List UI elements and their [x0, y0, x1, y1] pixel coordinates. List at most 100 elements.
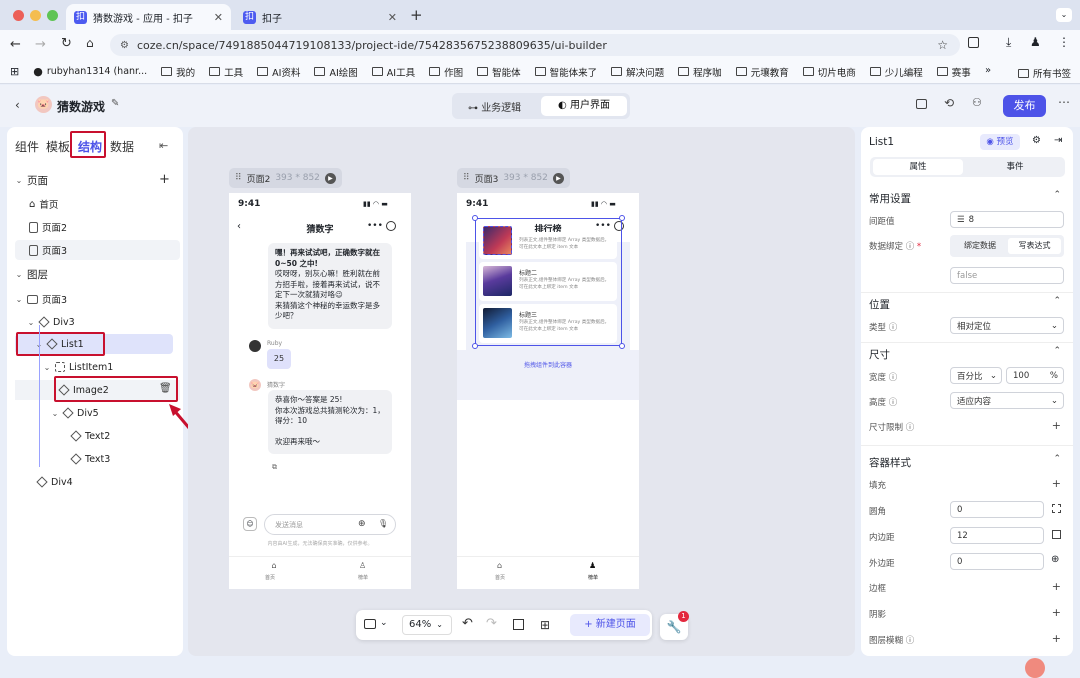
bookmark-folder[interactable]: 智能体来了 [534, 65, 597, 79]
bookmark-folder[interactable]: AI资料 [257, 65, 300, 79]
download-icon[interactable]: ⤓ [1006, 35, 1011, 50]
profile-icon[interactable]: ♟ [1030, 35, 1041, 49]
phone-page2[interactable]: 9:41 ▮▮ ◠ ▬ ‹ 猜数字 ••• 嘿！再来试试吧，正确数字就在 0~5… [229, 193, 411, 589]
bookmark-folder[interactable]: 我的 [161, 65, 195, 79]
site-settings-icon[interactable]: ⚙ [120, 40, 129, 51]
bookmark-item[interactable]: ● rubyhan1314 (hanr... [33, 65, 147, 78]
layer-row[interactable]: ⌄ 页面3 [15, 289, 180, 309]
margin-input[interactable]: 0 [950, 553, 1044, 570]
list1-selection-box[interactable] [475, 218, 622, 346]
chevron-up-icon[interactable]: ⌃ [1053, 346, 1061, 356]
padding-icon[interactable] [1052, 530, 1061, 539]
padding-input[interactable]: 12 [950, 527, 1044, 544]
forward-arrow-icon[interactable]: → [35, 37, 46, 52]
phone-page3[interactable]: 9:41 ▮▮ ◠ ▬ 排行榜 ••• 列表正文,组件整体绑定 Array 类型… [457, 193, 639, 589]
close-circle-icon[interactable] [386, 221, 396, 231]
position-type-select[interactable]: 相对定位 ⌄ [950, 317, 1064, 334]
bookmark-folder[interactable]: 作图 [429, 65, 463, 79]
fit-screen-icon[interactable] [513, 619, 524, 630]
radius-input[interactable]: 0 [950, 501, 1044, 518]
chevron-up-icon[interactable]: ⌃ [1053, 454, 1061, 464]
bookmark-folder[interactable]: 解决问题 [611, 65, 664, 79]
nav-rank-icon[interactable]: ♙ [359, 561, 366, 570]
nav-rank-label[interactable]: 榜单 [358, 574, 368, 581]
page-item-page3[interactable]: 页面3 [15, 240, 180, 260]
width-unit-select[interactable]: 百分比 ⌄ [950, 367, 1002, 384]
all-bookmarks-folder[interactable]: 所有书签 [1000, 66, 1072, 80]
resize-handle[interactable] [619, 343, 625, 349]
bind-data-option[interactable]: 绑定数据 [953, 238, 1007, 254]
bookmark-star-icon[interactable]: ☆ [937, 38, 948, 52]
bookmark-folder[interactable]: 赛事 [936, 65, 971, 79]
undo-icon[interactable]: ↶ [462, 616, 473, 631]
layers-section-header[interactable]: ⌄ 图层 [15, 264, 180, 284]
add-shadow-icon[interactable]: + [1052, 606, 1061, 619]
pages-section-header[interactable]: ⌄ 页面 [15, 170, 180, 190]
bookmark-folder[interactable]: 少儿编程 [869, 65, 923, 79]
plus-circle-icon[interactable]: ⊕ [358, 519, 366, 529]
bookmark-folder[interactable]: 工具 [209, 65, 243, 79]
maximize-window-button[interactable] [47, 10, 58, 21]
bookmark-folder[interactable]: AI工具 [371, 65, 415, 79]
zoom-select[interactable]: 64% ⌄ [402, 615, 452, 635]
nav-home-label[interactable]: 首页 [495, 574, 505, 581]
chevron-up-icon[interactable]: ⌃ [1053, 296, 1061, 306]
tab-components[interactable]: 组件 [15, 138, 39, 155]
assistant-avatar[interactable] [1025, 658, 1045, 678]
chevron-up-icon[interactable]: ⌃ [1053, 190, 1061, 200]
apps-grid-icon[interactable]: ⊞ [10, 65, 19, 78]
bookmark-folder[interactable]: 元壤教育 [735, 65, 789, 79]
nav-rank-icon[interactable]: ♟ [589, 561, 596, 570]
copy-icon[interactable]: ⧉ [272, 463, 277, 472]
div4-container[interactable] [457, 350, 639, 400]
bookmark-folder[interactable]: 切片电商 [802, 65, 856, 79]
spacing-input[interactable]: ☰ 8 [950, 211, 1064, 228]
tab-templates[interactable]: 模板 [46, 138, 70, 155]
device-icon[interactable] [364, 619, 376, 629]
collapse-right-icon[interactable]: ⇥ [1054, 135, 1062, 146]
collaborators-icon[interactable]: ⚇ [972, 96, 982, 109]
nav-home-label[interactable]: 首页 [265, 574, 275, 581]
close-tab-icon[interactable]: ✕ [388, 11, 397, 24]
corner-radius-icon[interactable] [1052, 504, 1061, 513]
new-tab-button[interactable]: + [410, 6, 423, 24]
tab-data[interactable]: 数据 [110, 138, 134, 155]
browser-tab-active[interactable]: 扣 猜数游戏 - 应用 - 扣子 ✕ [66, 4, 231, 30]
add-size-limit-icon[interactable]: + [1052, 419, 1061, 432]
home-icon[interactable]: ⌂ [86, 36, 94, 50]
page3-frame-label[interactable]: ⠿ 页面3 393 * 852 ▶ [457, 168, 570, 188]
tab-events[interactable]: 事件 [970, 159, 1060, 175]
nav-rank-label[interactable]: 榜单 [588, 574, 598, 581]
collapse-panel-icon[interactable]: ⇤ [159, 139, 168, 152]
microphone-icon[interactable]: 🎙 [378, 519, 388, 528]
tab-search-chevron-icon[interactable]: ⌄ [1056, 8, 1072, 22]
edit-icon[interactable]: ✎ [111, 98, 119, 109]
more-dots-icon[interactable]: ••• [367, 221, 383, 231]
binding-expression-input[interactable]: false [950, 267, 1064, 284]
resize-handle[interactable] [472, 215, 478, 221]
new-page-button[interactable]: + 新建页面 [570, 614, 650, 636]
bookmark-folder[interactable]: AI绘图 [314, 65, 358, 79]
close-tab-icon[interactable]: ✕ [214, 11, 223, 24]
browser-tab[interactable]: 扣 扣子 ✕ [235, 4, 405, 30]
expression-option[interactable]: 写表达式 [1008, 238, 1061, 254]
preview-button[interactable]: ◉ 预览 [980, 134, 1020, 150]
resize-handle[interactable] [472, 343, 478, 349]
more-options-icon[interactable]: ⋯ [1058, 95, 1070, 109]
add-page-icon[interactable]: + [159, 172, 170, 187]
publish-button[interactable]: 发布 [1003, 95, 1046, 117]
bookmark-folder[interactable]: 程序咖 [678, 65, 722, 79]
margin-icon[interactable]: ⊕ [1051, 554, 1059, 565]
add-fill-icon[interactable]: + [1052, 477, 1061, 490]
page2-frame-label[interactable]: ⠿ 页面2 393 * 852 ▶ [229, 168, 342, 188]
add-border-icon[interactable]: + [1052, 580, 1061, 593]
bot-icon[interactable]: ☺ [243, 517, 257, 531]
mode-tab-ui[interactable]: ◐ 用户界面 [541, 96, 627, 116]
reload-icon[interactable]: ↻ [61, 36, 72, 51]
resize-handle[interactable] [619, 215, 625, 221]
page-item-page2[interactable]: 页面2 [15, 217, 180, 237]
back-chevron-icon[interactable]: ‹ [15, 98, 20, 112]
width-input[interactable]: 100% [1006, 367, 1064, 384]
close-window-button[interactable] [13, 10, 24, 21]
layer-row[interactable]: Div4 [15, 472, 180, 492]
